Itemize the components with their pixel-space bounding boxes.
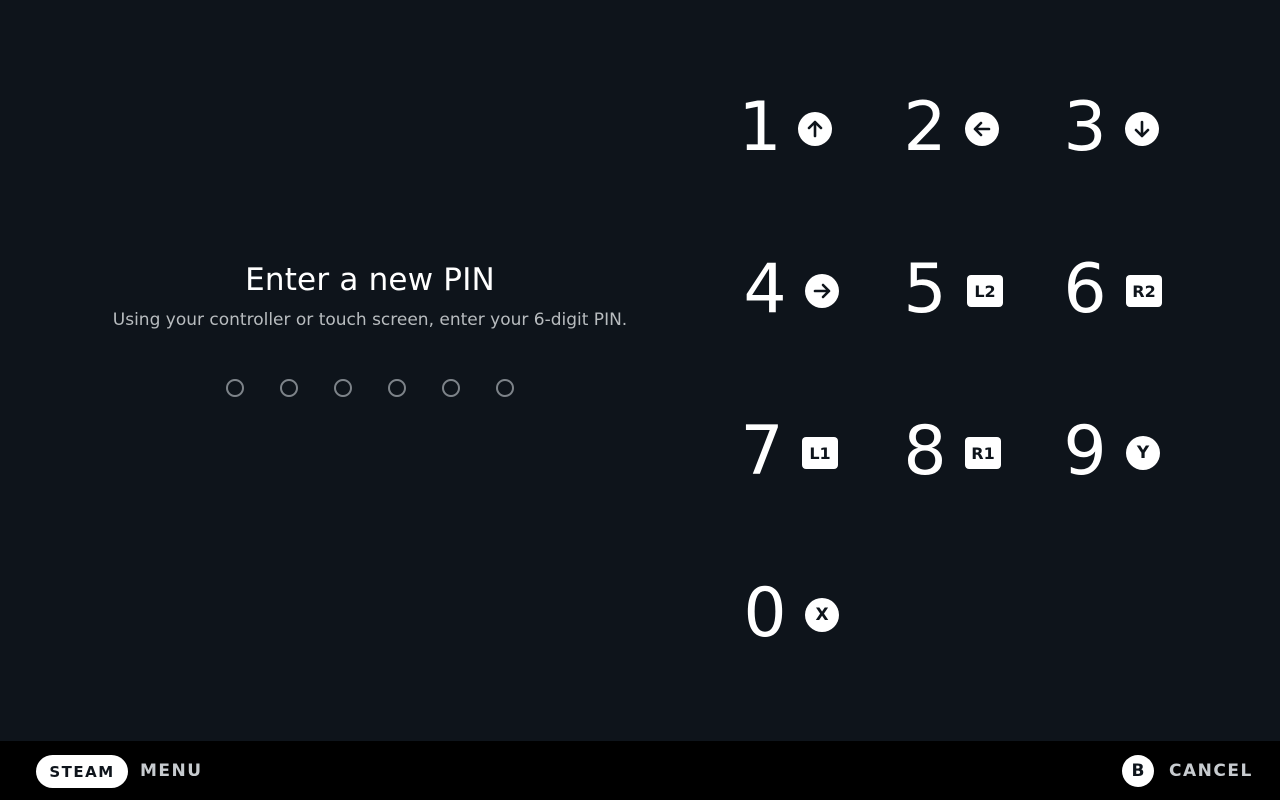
b-button-icon[interactable]: B: [1122, 755, 1154, 787]
keypad-key-7[interactable]: 7 L1: [737, 402, 877, 502]
r2-trigger-icon: R2: [1126, 275, 1162, 307]
key-digit: 8: [903, 412, 947, 491]
pin-keypad: 1 2 3 4 5 L2 6 R2 7 L1 8 R1 9 Y 0 X: [0, 0, 1280, 740]
r1-bumper-icon: R1: [965, 437, 1001, 469]
key-digit: 1: [738, 88, 782, 167]
pin-entry-screen: Enter a new PIN Using your controller or…: [0, 0, 1280, 800]
arrow-down-icon: [1125, 112, 1159, 146]
steam-button[interactable]: STEAM: [36, 755, 128, 788]
y-button-icon: Y: [1126, 436, 1160, 470]
x-button-icon: X: [805, 598, 839, 632]
l2-trigger-icon: L2: [967, 275, 1003, 307]
keypad-key-4[interactable]: 4: [740, 240, 880, 340]
keypad-key-2[interactable]: 2: [900, 78, 1040, 178]
key-digit: 4: [743, 250, 787, 329]
key-digit: 3: [1063, 88, 1107, 167]
menu-label[interactable]: MENU: [140, 761, 203, 781]
keypad-key-9[interactable]: 9 Y: [1060, 402, 1200, 502]
keypad-key-5[interactable]: 5 L2: [900, 240, 1040, 340]
keypad-key-3[interactable]: 3: [1060, 78, 1200, 178]
keypad-key-8[interactable]: 8 R1: [900, 402, 1040, 502]
keypad-key-1[interactable]: 1: [735, 78, 875, 178]
key-digit: 2: [903, 88, 947, 167]
keypad-key-6[interactable]: 6 R2: [1060, 240, 1200, 340]
l1-bumper-icon: L1: [802, 437, 838, 469]
key-digit: 7: [740, 412, 784, 491]
arrow-left-icon: [965, 112, 999, 146]
key-digit: 0: [743, 574, 787, 653]
key-digit: 6: [1063, 250, 1107, 329]
key-digit: 9: [1063, 412, 1107, 491]
footer-bar: STEAM MENU B CANCEL: [0, 741, 1280, 800]
keypad-key-0[interactable]: 0 X: [740, 564, 880, 664]
cancel-button[interactable]: CANCEL: [1169, 761, 1253, 781]
key-digit: 5: [903, 250, 947, 329]
arrow-up-icon: [798, 112, 832, 146]
arrow-right-icon: [805, 274, 839, 308]
